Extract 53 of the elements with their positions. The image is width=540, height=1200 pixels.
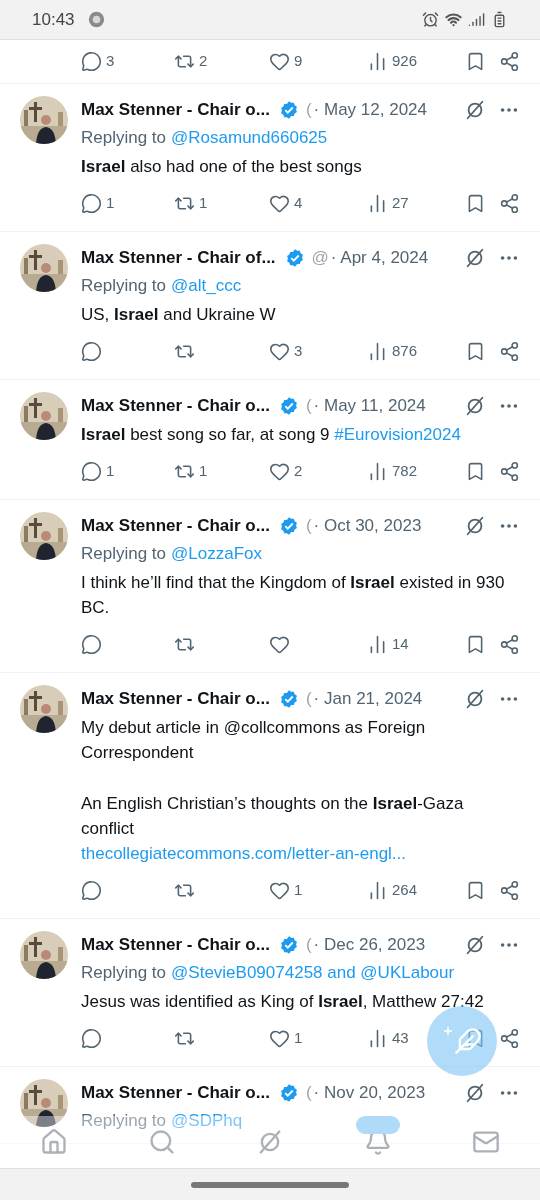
handle-text: @ — [311, 247, 329, 269]
tweet-text: Jesus was identified as King of Israel, Matthew 27:42 — [81, 991, 485, 1013]
date-text: · Jan 21, 2024 — [313, 688, 423, 710]
replying-label: Replying to — [81, 275, 167, 297]
replying-label: Replying to — [81, 962, 167, 984]
author-name[interactable]: Max Stenner - Chair o... — [81, 685, 270, 713]
action-count: 2 — [294, 461, 303, 481]
handle-text: ( — [305, 688, 312, 710]
action-count: 264 — [392, 880, 418, 900]
author-name[interactable]: Max Stenner - Chair of... — [81, 244, 276, 272]
action-count: 1 — [106, 193, 115, 213]
action-count: 4 — [294, 193, 303, 213]
action-count: 2 — [199, 50, 208, 71]
handle-text: ( — [305, 934, 312, 956]
action-count: 14 — [392, 634, 409, 654]
author-name[interactable]: Max Stenner - Chair o... — [81, 392, 270, 420]
handle-text: ( — [305, 515, 312, 537]
handle-text: ( — [305, 395, 312, 417]
date-text: · Nov 20, 2023 — [313, 1082, 426, 1104]
action-count: 1 — [294, 1028, 303, 1048]
tweet-text: I think he’ll find that the Kingdom of Israel existed in 930 BC. — [81, 572, 506, 619]
action-count: 782 — [392, 461, 418, 481]
handle-text: ( — [305, 1082, 312, 1104]
replying-label: Replying to — [81, 1110, 167, 1132]
tweet-text: Israel best song so far, at song 9 #Eurovision2024 — [81, 424, 462, 446]
date-text: · May 11, 2024 — [313, 395, 426, 417]
action-count: 1 — [199, 461, 208, 481]
clock-text: 10:43 — [32, 8, 75, 31]
author-name[interactable]: Max Stenner - Chair o... — [81, 1079, 270, 1107]
date-text: · Dec 26, 2023 — [313, 934, 426, 956]
tweet-text: US, Israel and Ukraine W — [81, 304, 277, 326]
action-count: 926 — [392, 50, 418, 71]
tweet-text: Israel also had one of the best songs — [81, 156, 363, 178]
date-text: · Oct 30, 2023 — [313, 515, 422, 537]
action-count: 876 — [392, 341, 418, 361]
handle-text: ( — [305, 99, 312, 121]
author-name[interactable]: Max Stenner - Chair o... — [81, 931, 270, 959]
date-text: · May 12, 2024 — [313, 99, 427, 121]
action-count: 27 — [392, 193, 409, 213]
action-count: 9 — [294, 50, 303, 71]
action-count: 1 — [106, 461, 115, 481]
action-count: 43 — [392, 1028, 409, 1048]
action-count: 3 — [294, 341, 303, 361]
replying-label: Replying to — [81, 127, 167, 149]
tweet-text: My debut article in @collcommons as Foreign Correspondent — [81, 717, 427, 764]
tweet-text: An English Christian’s thoughts on the Israel-Gaza conflict thecollegiatecommons.com/letter-an-engl... — [81, 791, 514, 866]
action-count: 1 — [294, 880, 303, 900]
author-name[interactable]: Max Stenner - Chair o... — [81, 96, 270, 124]
action-count: 3 — [106, 50, 115, 71]
replying-label: Replying to — [81, 543, 167, 565]
action-count: 1 — [199, 193, 208, 213]
date-text: · Apr 4, 2024 — [330, 247, 429, 269]
author-name[interactable]: Max Stenner - Chair o... — [81, 512, 270, 540]
